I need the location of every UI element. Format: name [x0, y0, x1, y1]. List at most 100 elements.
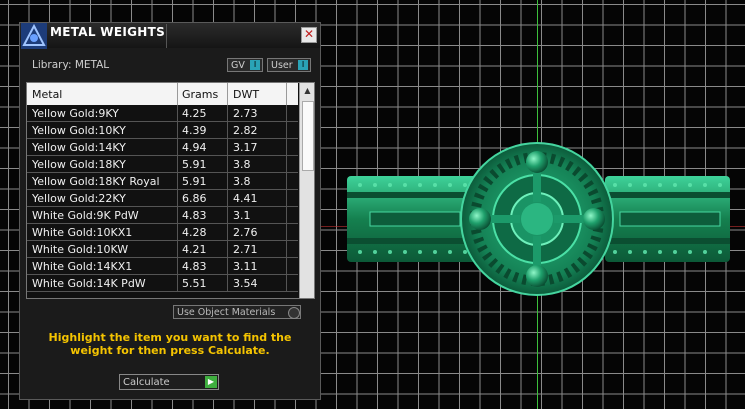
- table-row[interactable]: White Gold:14KX1 4.83 3.11: [27, 258, 298, 275]
- cell-metal: White Gold:10KW: [32, 243, 129, 256]
- column-divider: [227, 83, 228, 105]
- column-header-metal[interactable]: Metal: [32, 88, 62, 101]
- column-divider: [227, 258, 228, 274]
- column-divider: [227, 139, 228, 155]
- cell-metal: White Gold:14KX1: [32, 260, 133, 273]
- table-row[interactable]: White Gold:14K PdW 5.51 3.54: [27, 275, 298, 292]
- column-header-dwt[interactable]: DWT: [233, 88, 259, 101]
- column-header-grams[interactable]: Grams: [182, 88, 218, 101]
- cell-grams: 4.39: [182, 124, 207, 137]
- column-divider: [286, 105, 287, 121]
- cell-grams: 4.28: [182, 226, 207, 239]
- cell-dwt: 2.76: [233, 226, 258, 239]
- library-label: Library: METAL: [32, 59, 110, 71]
- calculate-button[interactable]: Calculate ▶: [119, 374, 219, 390]
- cell-grams: 5.91: [182, 175, 207, 188]
- use-object-materials-radio[interactable]: [288, 307, 300, 319]
- cell-dwt: 4.41: [233, 192, 258, 205]
- cell-metal: Yellow Gold:14KY: [32, 141, 126, 154]
- cell-grams: 4.83: [182, 209, 207, 222]
- table-row[interactable]: White Gold:9K PdW 4.83 3.1: [27, 207, 298, 224]
- table-row[interactable]: Yellow Gold:9KY 4.25 2.73: [27, 105, 298, 122]
- column-divider: [227, 173, 228, 189]
- calculate-button-label: Calculate: [123, 377, 170, 388]
- cell-dwt: 3.8: [233, 175, 251, 188]
- use-object-materials-option[interactable]: Use Object Materials: [173, 305, 301, 319]
- scroll-thumb[interactable]: [302, 101, 314, 171]
- table-row[interactable]: White Gold:10KX1 4.28 2.76: [27, 224, 298, 241]
- cell-grams: 4.83: [182, 260, 207, 273]
- column-divider: [177, 258, 178, 274]
- gv-toggle-label: GV: [231, 60, 245, 71]
- column-divider: [286, 190, 287, 206]
- title-divider: [166, 24, 167, 48]
- cell-grams: 5.91: [182, 158, 207, 171]
- column-divider: [227, 241, 228, 257]
- column-divider: [286, 83, 287, 105]
- cell-dwt: 2.71: [233, 243, 258, 256]
- cell-dwt: 3.11: [233, 260, 258, 273]
- column-divider: [177, 224, 178, 240]
- cell-dwt: 3.1: [233, 209, 251, 222]
- cell-dwt: 3.17: [233, 141, 258, 154]
- column-divider: [286, 173, 287, 189]
- table-row[interactable]: Yellow Gold:22KY 6.86 4.41: [27, 190, 298, 207]
- cell-grams: 4.25: [182, 107, 207, 120]
- table-scrollbar[interactable]: ▲: [299, 83, 314, 298]
- table-header: Metal Grams DWT: [27, 83, 298, 105]
- user-toggle-label: User: [271, 60, 293, 71]
- column-divider: [177, 139, 178, 155]
- cell-dwt: 3.8: [233, 158, 251, 171]
- table-row[interactable]: Yellow Gold:10KY 4.39 2.82: [27, 122, 298, 139]
- app-logo-icon: [21, 23, 47, 49]
- cell-metal: White Gold:10KX1: [32, 226, 133, 239]
- user-toggle-knob: I: [298, 60, 308, 70]
- table-row[interactable]: Yellow Gold:18KY Royal 5.91 3.8: [27, 173, 298, 190]
- column-divider: [286, 207, 287, 223]
- column-divider: [227, 224, 228, 240]
- table-body: Yellow Gold:9KY 4.25 2.73 Yellow Gold:10…: [27, 105, 298, 292]
- table-row[interactable]: White Gold:10KW 4.21 2.71: [27, 241, 298, 258]
- column-divider: [286, 258, 287, 274]
- cell-metal: Yellow Gold:18KY: [32, 158, 126, 171]
- column-divider: [286, 156, 287, 172]
- column-divider: [227, 190, 228, 206]
- gv-toggle-knob: I: [250, 60, 260, 70]
- cell-metal: White Gold:14K PdW: [32, 277, 146, 290]
- column-divider: [227, 156, 228, 172]
- cell-grams: 4.94: [182, 141, 207, 154]
- column-divider: [177, 122, 178, 138]
- user-toggle[interactable]: User I: [267, 58, 311, 72]
- table-row[interactable]: Yellow Gold:18KY 5.91 3.8: [27, 156, 298, 173]
- column-divider: [286, 122, 287, 138]
- column-divider: [177, 173, 178, 189]
- ring-model[interactable]: [330, 140, 730, 300]
- cell-grams: 4.21: [182, 243, 207, 256]
- column-divider: [286, 139, 287, 155]
- column-divider: [227, 105, 228, 121]
- instruction-text: Highlight the item you want to find the …: [48, 331, 292, 357]
- cell-metal: Yellow Gold:9KY: [32, 107, 119, 120]
- cell-dwt: 2.73: [233, 107, 258, 120]
- column-divider: [177, 207, 178, 223]
- column-divider: [177, 190, 178, 206]
- column-divider: [286, 241, 287, 257]
- column-divider: [177, 83, 178, 105]
- column-divider: [286, 275, 287, 291]
- metal-weights-table: Metal Grams DWT Yellow Gold:9KY 4.25 2.7…: [26, 82, 315, 299]
- panel-titlebar[interactable]: METAL WEIGHTS ✕: [20, 23, 320, 49]
- cell-metal: Yellow Gold:18KY Royal: [32, 175, 160, 188]
- gv-toggle[interactable]: GV I: [227, 58, 263, 72]
- table-row[interactable]: Yellow Gold:14KY 4.94 3.17: [27, 139, 298, 156]
- column-divider: [227, 207, 228, 223]
- column-divider: [227, 275, 228, 291]
- column-divider: [177, 105, 178, 121]
- panel-title: METAL WEIGHTS: [50, 25, 166, 39]
- metal-weights-panel: METAL WEIGHTS ✕ Library: METAL GV I User…: [19, 22, 321, 400]
- close-button[interactable]: ✕: [301, 27, 317, 43]
- play-arrow-icon: ▶: [205, 376, 217, 388]
- cell-metal: Yellow Gold:22KY: [32, 192, 126, 205]
- column-divider: [177, 156, 178, 172]
- scroll-up-arrow-icon[interactable]: ▲: [301, 85, 314, 97]
- cell-dwt: 3.54: [233, 277, 258, 290]
